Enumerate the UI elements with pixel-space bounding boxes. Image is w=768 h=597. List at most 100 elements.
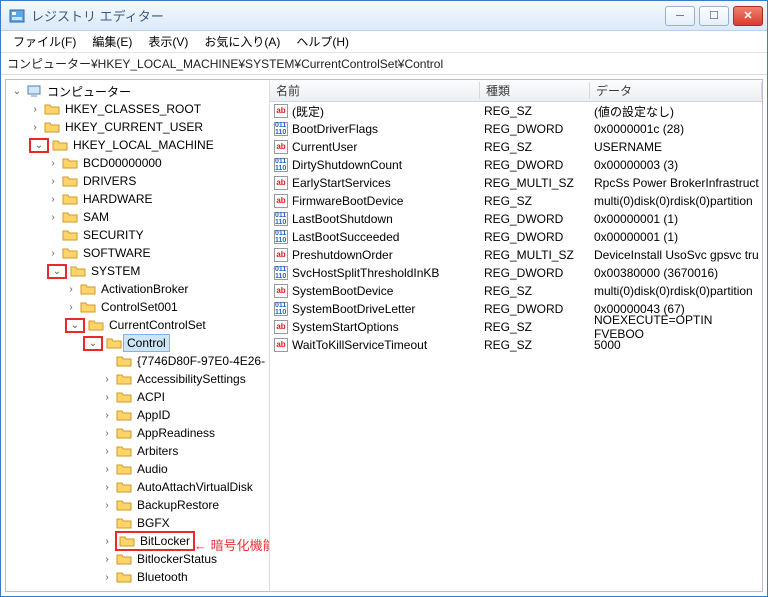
tree-item-hkcu[interactable]: › HKEY_CURRENT_USER	[6, 118, 269, 136]
expand-closed-icon[interactable]: ›	[100, 410, 114, 421]
tree-label[interactable]: Arbiters	[134, 443, 181, 459]
menu-favorites[interactable]: お気に入り(A)	[196, 31, 288, 52]
expand-closed-icon[interactable]: ›	[100, 572, 114, 583]
tree-label[interactable]: HARDWARE	[80, 191, 156, 207]
value-row[interactable]: 011 110BootDriverFlagsREG_DWORD0x0000001…	[270, 120, 762, 138]
tree-item-bcd[interactable]: › BCD00000000	[6, 154, 269, 172]
list-pane[interactable]: 名前 種類 データ ab(既定)REG_SZ(値の設定なし)011 110Boo…	[270, 80, 762, 591]
tree-label[interactable]: AppID	[134, 407, 173, 423]
tree-pane[interactable]: ⌄コンピューター›HKEY_CLASSES_ROOT›HKEY_CURRENT_…	[6, 80, 270, 591]
expand-closed-icon[interactable]: ›	[100, 392, 114, 403]
expand-closed-icon[interactable]: ›	[46, 158, 60, 169]
tree-label[interactable]: Control	[124, 335, 169, 351]
tree-label[interactable]: AccessibilitySettings	[134, 371, 249, 387]
tree-item-acpi[interactable]: › ACPI	[6, 388, 269, 406]
expand-open-icon[interactable]: ⌄	[10, 86, 24, 97]
expand-closed-icon[interactable]: ›	[28, 122, 42, 133]
minimize-button[interactable]: ─	[665, 6, 695, 26]
tree-label[interactable]: HKEY_LOCAL_MACHINE	[70, 137, 217, 153]
expand-closed-icon[interactable]: ›	[46, 248, 60, 259]
value-row[interactable]: abSystemStartOptionsREG_SZ NOEXECUTE=OPT…	[270, 318, 762, 336]
tree-item-bluetooth[interactable]: › Bluetooth	[6, 568, 269, 586]
tree-label[interactable]: SOFTWARE	[80, 245, 154, 261]
menu-edit[interactable]: 編集(E)	[84, 31, 140, 52]
tree-label[interactable]: Bluetooth	[134, 569, 191, 585]
tree-item-system[interactable]: ⌄ SYSTEM	[6, 262, 269, 280]
value-row[interactable]: 011 110LastBootShutdownREG_DWORD0x000000…	[270, 210, 762, 228]
expand-closed-icon[interactable]: ›	[100, 428, 114, 439]
tree-item-hklm[interactable]: ⌄ HKEY_LOCAL_MACHINE	[6, 136, 269, 154]
tree-label[interactable]: CurrentControlSet	[106, 317, 209, 333]
expand-open-icon[interactable]: ⌄	[32, 140, 46, 151]
tree-label[interactable]: BitLocker	[137, 533, 193, 549]
tree-item-autoattach[interactable]: › AutoAttachVirtualDisk	[6, 478, 269, 496]
maximize-button[interactable]: ☐	[699, 6, 729, 26]
tree-label[interactable]: AutoAttachVirtualDisk	[134, 479, 256, 495]
tree-item-hardware[interactable]: › HARDWARE	[6, 190, 269, 208]
expand-closed-icon[interactable]: ›	[28, 104, 42, 115]
tree-item-root[interactable]: ⌄ コンピューター	[6, 82, 269, 100]
tree-item-acc[interactable]: › AccessibilitySettings	[6, 370, 269, 388]
expand-closed-icon[interactable]: ›	[100, 500, 114, 511]
value-row[interactable]: abEarlyStartServicesREG_MULTI_SZRpcSs Po…	[270, 174, 762, 192]
column-type[interactable]: 種類	[480, 82, 590, 99]
tree-item-audio[interactable]: ›Audio	[6, 460, 269, 478]
value-row[interactable]: abWaitToKillServiceTimeoutREG_SZ5000	[270, 336, 762, 354]
tree-label[interactable]: BackupRestore	[134, 497, 222, 513]
tree-label[interactable]: SYSTEM	[88, 263, 143, 279]
tree-label[interactable]: DRIVERS	[80, 173, 139, 189]
tree-item-guid[interactable]: {7746D80F-97E0-4E26-	[6, 352, 269, 370]
address-bar[interactable]: コンピューター¥HKEY_LOCAL_MACHINE¥SYSTEM¥Curren…	[1, 53, 767, 75]
expand-closed-icon[interactable]: ›	[64, 284, 78, 295]
expand-closed-icon[interactable]: ›	[46, 212, 60, 223]
expand-open-icon[interactable]: ⌄	[86, 338, 100, 349]
expand-closed-icon[interactable]: ›	[64, 302, 78, 313]
value-row[interactable]: abFirmwareBootDeviceREG_SZmulti(0)disk(0…	[270, 192, 762, 210]
tree-item-ccs[interactable]: ⌄CurrentControlSet	[6, 316, 269, 334]
value-row[interactable]: ab(既定)REG_SZ(値の設定なし)	[270, 102, 762, 120]
tree-item-cset001[interactable]: › ControlSet001	[6, 298, 269, 316]
close-button[interactable]: ✕	[733, 6, 763, 26]
expand-closed-icon[interactable]: ›	[100, 464, 114, 475]
column-name[interactable]: 名前	[270, 82, 480, 99]
tree-item-appid[interactable]: › AppID	[6, 406, 269, 424]
tree-item-sam[interactable]: › SAM	[6, 208, 269, 226]
menu-view[interactable]: 表示(V)	[140, 31, 196, 52]
tree-item-bgfx[interactable]: BGFX	[6, 514, 269, 532]
value-row[interactable]: abPreshutdownOrderREG_MULTI_SZDeviceInst…	[270, 246, 762, 264]
tree-label[interactable]: コンピューター	[44, 82, 134, 101]
column-data[interactable]: データ	[590, 82, 762, 99]
value-row[interactable]: abCurrentUserREG_SZUSERNAME	[270, 138, 762, 156]
value-row[interactable]: abSystemBootDeviceREG_SZmulti(0)disk(0)r…	[270, 282, 762, 300]
tree-label[interactable]: SAM	[80, 209, 112, 225]
tree-label[interactable]: SECURITY	[80, 227, 147, 243]
expand-closed-icon[interactable]: ›	[100, 482, 114, 493]
expand-closed-icon[interactable]: ›	[100, 536, 114, 547]
expand-closed-icon[interactable]: ›	[100, 374, 114, 385]
tree-label[interactable]: ControlSet001	[98, 299, 181, 315]
expand-open-icon[interactable]: ⌄	[50, 266, 64, 277]
expand-closed-icon[interactable]: ›	[46, 176, 60, 187]
tree-item-control[interactable]: ⌄ Control	[6, 334, 269, 352]
value-row[interactable]: 011 110DirtyShutdownCountREG_DWORD0x0000…	[270, 156, 762, 174]
titlebar[interactable]: レジストリ エディター ─ ☐ ✕	[1, 1, 767, 31]
expand-closed-icon[interactable]: ›	[100, 446, 114, 457]
tree-label[interactable]: HKEY_CLASSES_ROOT	[62, 101, 204, 117]
tree-label[interactable]: ActivationBroker	[98, 281, 191, 297]
tree-label[interactable]: ACPI	[134, 389, 168, 405]
tree-item-backup[interactable]: › BackupRestore	[6, 496, 269, 514]
tree-item-hkcr[interactable]: › HKEY_CLASSES_ROOT	[6, 100, 269, 118]
menu-file[interactable]: ファイル(F)	[5, 31, 84, 52]
value-row[interactable]: 011 110SvcHostSplitThresholdInKBREG_DWOR…	[270, 264, 762, 282]
tree-item-appready[interactable]: › AppReadiness	[6, 424, 269, 442]
tree-item-security[interactable]: SECURITY	[6, 226, 269, 244]
tree-item-activation[interactable]: › ActivationBroker	[6, 280, 269, 298]
expand-closed-icon[interactable]: ›	[46, 194, 60, 205]
expand-closed-icon[interactable]: ›	[100, 554, 114, 565]
tree-label[interactable]: BCD00000000	[80, 155, 165, 171]
tree-item-arbiters[interactable]: › Arbiters	[6, 442, 269, 460]
tree-label[interactable]: AppReadiness	[134, 425, 218, 441]
value-row[interactable]: 011 110LastBootSucceededREG_DWORD0x00000…	[270, 228, 762, 246]
tree-label[interactable]: {7746D80F-97E0-4E26-	[134, 353, 268, 369]
tree-label[interactable]: HKEY_CURRENT_USER	[62, 119, 206, 135]
